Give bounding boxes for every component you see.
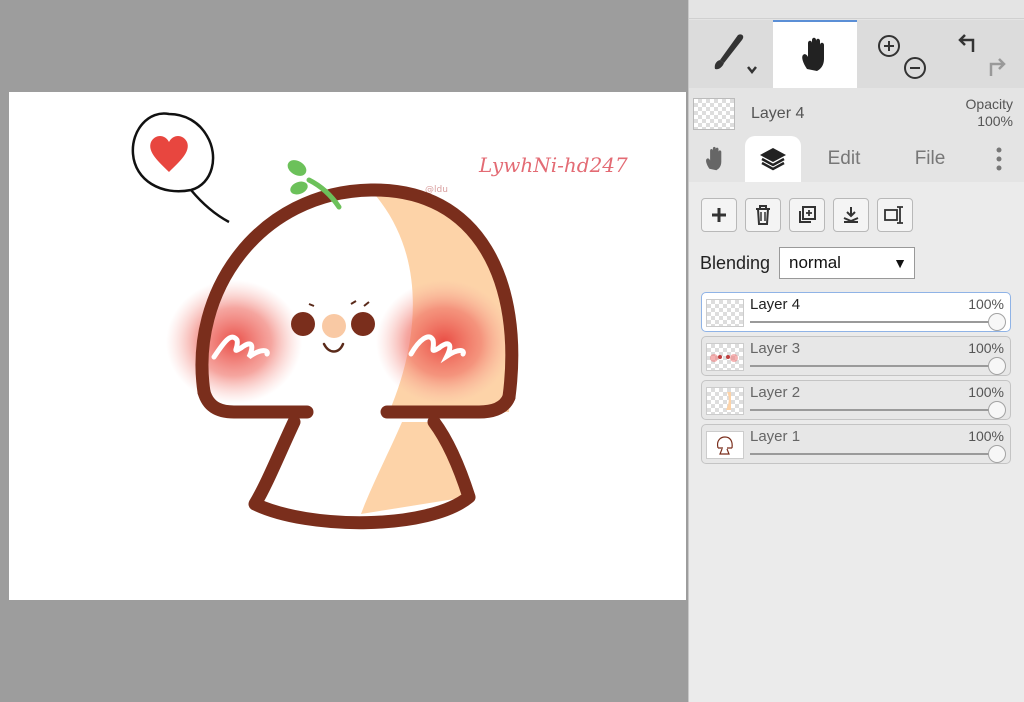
opacity-value: 100% [977, 113, 1013, 129]
layer-name: Layer 1 [750, 428, 801, 445]
layer-opacity: 100% [968, 296, 1004, 312]
opacity-slider-track[interactable] [750, 453, 994, 455]
tool-bar [689, 20, 1024, 88]
undo-icon [958, 34, 975, 52]
rename-icon [884, 206, 903, 224]
tab-hand[interactable] [689, 136, 741, 182]
opacity-slider-handle[interactable] [988, 313, 1006, 331]
layer-opacity: 100% [968, 384, 1004, 400]
layer-row-3[interactable]: Layer 3 100% [701, 336, 1011, 376]
layer-name: Layer 4 [750, 296, 801, 313]
brush-tool-button[interactable] [689, 20, 771, 88]
trash-icon [756, 205, 770, 225]
hand-icon [706, 146, 722, 171]
blending-mode-value: normal [789, 253, 841, 272]
merge-down-button[interactable] [833, 198, 869, 232]
artist-signature: LywhNi-hd247 [478, 153, 628, 177]
hand-icon [802, 37, 824, 71]
opacity-slider-track[interactable] [750, 409, 994, 411]
drawing-canvas[interactable]: LywhNi-hd247 @ldu [9, 92, 686, 600]
opacity-slider-track[interactable] [750, 321, 994, 323]
more-menu-button[interactable] [981, 136, 1017, 182]
zoom-in-icon [878, 35, 900, 57]
right-panel: Layer 4 Opacity 100% Edit File Blending … [688, 0, 1024, 702]
blending-label: Blending [700, 253, 771, 273]
speech-bubble [131, 112, 230, 224]
hand-tool-button[interactable] [773, 20, 857, 88]
duplicate-layer-button[interactable] [789, 198, 825, 232]
plus-icon [712, 208, 726, 222]
layers-icon [760, 148, 786, 171]
merge-down-icon [843, 207, 859, 223]
blending-mode-select[interactable]: normal ▼ [779, 247, 915, 279]
add-layer-button[interactable] [701, 198, 737, 232]
tab-layers[interactable] [745, 136, 801, 182]
layer-properties-button[interactable] [877, 198, 913, 232]
chevron-down-icon: ▼ [893, 255, 907, 271]
redo-icon [989, 58, 1006, 76]
layer-row-1[interactable]: Layer 1 100% [701, 424, 1011, 464]
layer-row-4[interactable]: Layer 4 100% [701, 292, 1011, 332]
tab-edit[interactable]: Edit [811, 136, 877, 182]
opacity-slider-handle[interactable] [988, 357, 1006, 375]
layers-panel: Blending normal ▼ Layer 4 100% Layer 3 1… [689, 182, 1024, 702]
layer-thumbnail [706, 431, 744, 459]
tab-file[interactable]: File [897, 136, 963, 182]
opacity-slider-handle[interactable] [988, 401, 1006, 419]
layer-name: Layer 3 [750, 340, 801, 357]
layer-thumbnail [706, 299, 744, 327]
zoom-out-icon [904, 57, 926, 79]
undo-redo-buttons[interactable] [941, 20, 1024, 88]
layer-row-2[interactable]: Layer 2 100% [701, 380, 1011, 420]
opacity-slider-handle[interactable] [988, 445, 1006, 463]
more-vertical-icon [996, 147, 1002, 171]
layer-thumbnail [706, 343, 744, 371]
panel-top-strip [689, 0, 1024, 19]
opacity-slider-track[interactable] [750, 365, 994, 367]
current-layer-thumbnail[interactable] [693, 98, 735, 130]
delete-layer-button[interactable] [745, 198, 781, 232]
duplicate-icon [799, 206, 816, 223]
layer-thumbnail [706, 387, 744, 415]
layer-opacity: 100% [968, 428, 1004, 444]
opacity-label: Opacity [965, 96, 1013, 112]
heart-icon [150, 136, 188, 172]
current-layer-header: Layer 4 Opacity 100% [689, 92, 1024, 134]
layer-opacity: 100% [968, 340, 1004, 356]
panel-tabs: Edit File [689, 136, 1024, 182]
current-layer-name: Layer 4 [751, 105, 805, 122]
artwork: LywhNi-hd247 @ldu [131, 112, 628, 530]
current-layer-opacity[interactable]: Opacity 100% [966, 96, 1013, 130]
zoom-tool-button[interactable] [859, 20, 939, 88]
layer-name: Layer 2 [750, 384, 801, 401]
canvas-workspace: LywhNi-hd247 @ldu [0, 0, 688, 702]
brush-icon [714, 34, 757, 75]
